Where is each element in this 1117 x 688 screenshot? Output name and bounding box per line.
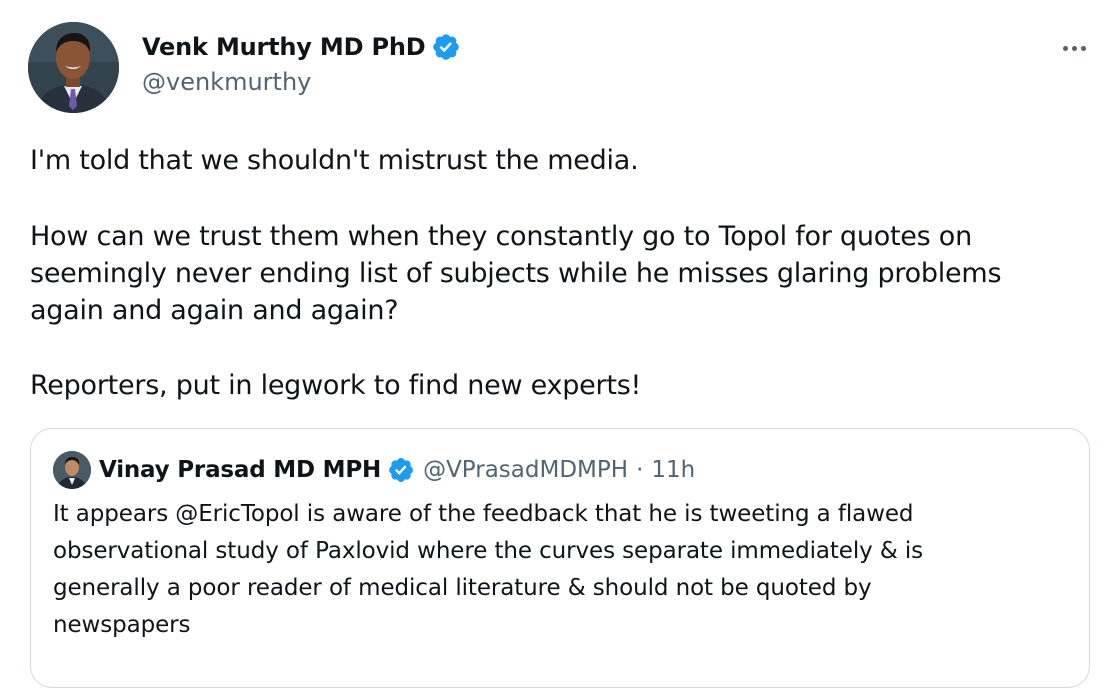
author-handle[interactable]: @venkmurthy	[142, 68, 311, 96]
author-display-name[interactable]: Venk Murthy MD PhD	[142, 33, 426, 61]
quoted-text-line: It appears @EricTopol is aware of the fe…	[53, 501, 914, 527]
verified-badge-icon[interactable]	[431, 32, 461, 62]
quoted-author-avatar[interactable]	[53, 451, 91, 489]
more-dot	[1062, 45, 1068, 51]
tweet: Venk Murthy MD PhD @venkmurthy I'm told …	[0, 0, 1117, 688]
quoted-text-line: observational study of Paxlovid where th…	[53, 538, 924, 564]
tweet-text-line: How can we trust them when they constant…	[30, 221, 972, 252]
more-dot	[1071, 45, 1077, 51]
more-dot	[1080, 45, 1086, 51]
quoted-timestamp[interactable]: 11h	[651, 457, 695, 483]
more-options-icon[interactable]	[1058, 36, 1090, 60]
tweet-text-line: again and again and again?	[30, 295, 399, 326]
author-name-row: Venk Murthy MD PhD	[142, 30, 461, 64]
quoted-header: Vinay Prasad MD MPH @VPrasadMDMPH · 11h	[99, 451, 695, 489]
verified-badge-icon[interactable]	[387, 456, 415, 484]
quoted-tweet[interactable]: Vinay Prasad MD MPH @VPrasadMDMPH · 11h …	[30, 428, 1090, 688]
quoted-text-line: newspapers	[53, 612, 191, 638]
quoted-display-name[interactable]: Vinay Prasad MD MPH	[99, 457, 381, 483]
tweet-text-line: seemingly never ending list of subjects …	[30, 258, 1002, 289]
author-avatar-image	[28, 22, 119, 113]
separator-dot: ·	[636, 457, 644, 483]
quoted-handle[interactable]: @VPrasadMDMPH	[423, 457, 628, 483]
author-avatar[interactable]	[28, 22, 119, 113]
quoted-avatar-image	[53, 451, 91, 489]
tweet-text-line: Reporters, put in legwork to find new ex…	[30, 370, 642, 401]
quoted-text-line: generally a poor reader of medical liter…	[53, 575, 872, 601]
tweet-text-line: I'm told that we shouldn't mistrust the …	[30, 145, 639, 176]
